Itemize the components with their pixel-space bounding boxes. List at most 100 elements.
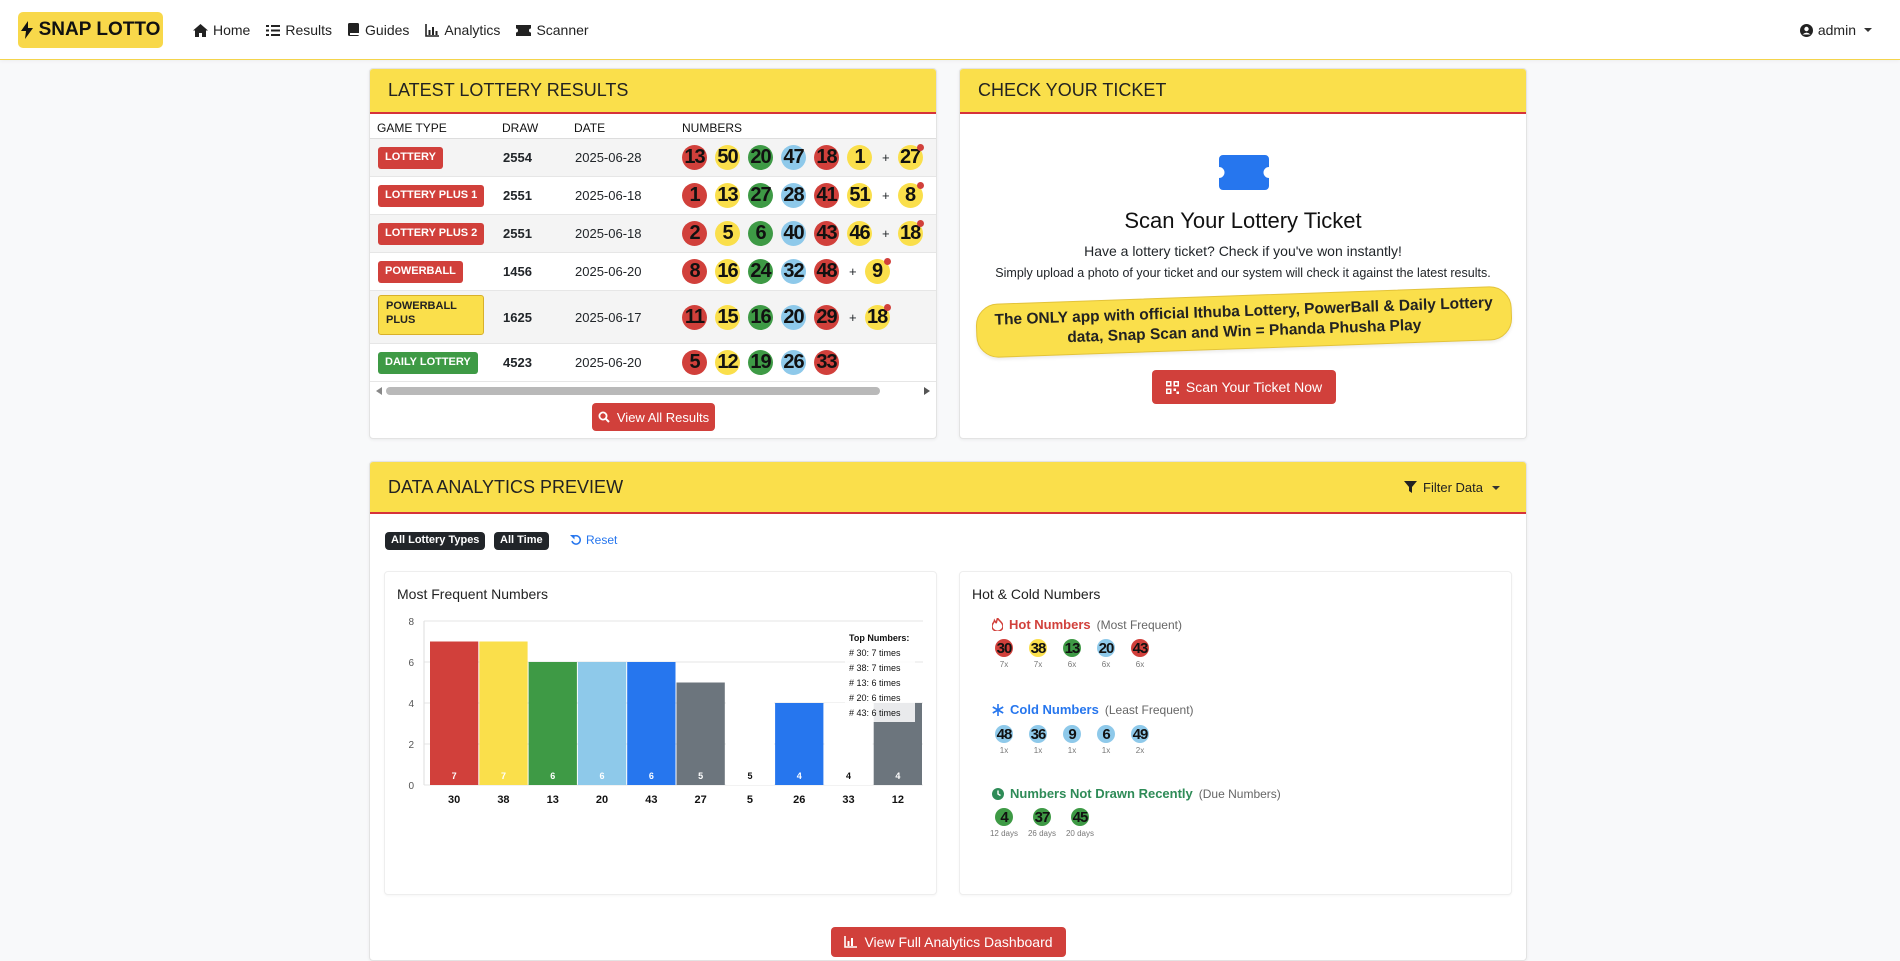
bolt-icon [20,21,33,39]
legend-item: # 13: 6 times [849,678,901,688]
view-analytics-dashboard-button[interactable]: View Full Analytics Dashboard [831,927,1066,957]
filter-chip-time[interactable]: All Time [494,532,549,550]
col-draw: DRAW [502,121,539,135]
game-type-badge: POWERBALL [378,261,463,283]
due-numbers-note: (Due Numbers) [1198,786,1281,801]
bar-value-label: 4 [895,771,900,781]
number-ball: 30 [995,639,1013,657]
number-stat-label: 20 days [1065,829,1095,838]
number-ball: 28 [781,183,806,208]
number-ball: 5 [682,350,707,375]
cold-number-item: 36 1x [1025,725,1051,755]
reset-filters-link[interactable]: Reset [570,533,617,547]
hot-cold-title: Hot & Cold Numbers [972,586,1101,602]
y-tick-label: 6 [408,658,414,669]
nav-results[interactable]: Results [266,22,332,38]
game-type-badge: LOTTERY PLUS 1 [378,185,485,207]
bonus-plus-sign: + [849,309,857,325]
draw-date: 2025-06-17 [575,309,642,325]
due-numbers-list: 4 12 days 37 26 days 45 20 days [990,808,1095,838]
y-tick-label: 2 [408,740,414,751]
brand-name: SNAP LOTTO [38,19,161,40]
check-ticket-card: CHECK YOUR TICKET Scan Your Lottery Tick… [959,68,1527,439]
number-ball: 8 [682,259,707,284]
nav-analytics[interactable]: Analytics [425,22,500,38]
draw-number: 2551 [503,188,532,203]
cold-number-item: 49 2x [1127,725,1153,755]
number-ball: 11 [682,304,707,330]
number-stat-label: 2x [1135,746,1145,755]
x-tick-label: 43 [645,794,657,806]
qrcode-icon [1165,380,1179,394]
bar-value-label: 6 [649,771,654,781]
latest-results-card: LATEST LOTTERY RESULTS GAME TYPE DRAW DA… [369,68,937,439]
number-ball: 27 [748,183,773,208]
number-stat-label: 6x [1135,660,1145,669]
number-ball: 48 [814,259,839,284]
results-table-header: GAME TYPE DRAW DATE NUMBERS [370,117,936,139]
number-ball: 50 [715,145,740,170]
draw-date: 2025-06-20 [575,264,642,279]
number-stat-label: 6x [1101,660,1111,669]
hot-number-item: 13 6x [1059,639,1085,669]
cold-number-item: 48 1x [991,725,1017,755]
clock-icon [992,787,1004,800]
y-tick-label: 4 [408,699,414,710]
number-ball: 45 [1071,808,1089,826]
filter-data-button[interactable]: Filter Data [1404,480,1500,495]
nav-scanner[interactable]: Scanner [516,22,589,38]
draw-date: 2025-06-18 [575,226,642,241]
number-ball: 36 [1029,725,1047,743]
hot-number-item: 20 6x [1093,639,1119,669]
col-date: DATE [574,121,606,135]
filter-chip-lottery-types[interactable]: All Lottery Types [385,532,486,550]
x-tick-label: 20 [596,794,608,806]
draw-number: 2554 [503,150,532,165]
nav-guides[interactable]: Guides [348,22,409,38]
fire-icon [992,618,1003,631]
chart-bar [577,662,627,785]
book-icon [348,23,360,36]
horizontal-scrollbar[interactable] [372,384,934,398]
bar-value-label: 5 [698,771,703,781]
number-ball: 51 [847,183,872,208]
number-ball: 41 [814,183,839,208]
home-icon [193,23,208,37]
bonus-ball: 18 [864,303,891,330]
cold-numbers-label: Cold Numbers [1010,702,1099,717]
view-all-results-button[interactable]: View All Results [592,403,715,431]
draw-number: 2551 [503,226,532,241]
due-numbers-label: Numbers Not Drawn Recently [1010,786,1193,801]
nav-results-label: Results [285,22,333,38]
bonus-ball: 8 [897,182,924,208]
reset-label: Reset [586,533,618,547]
number-ball: 40 [781,221,806,246]
brand-logo[interactable]: SNAP LOTTO [18,12,163,48]
nav-guides-label: Guides [365,22,410,38]
number-ball: 13 [715,183,740,208]
results-row: LOTTERY 2554 2025-06-28 13 50 20 47 18 1 +27 [370,139,936,177]
drawn-numbers: 1 13 27 28 41 51 +8 [682,182,924,208]
hot-number-item: 38 7x [1025,639,1051,669]
number-ball: 29 [814,304,839,330]
number-ball: 13 [1063,639,1081,657]
ticket-line-2: Simply upload a photo of your ticket and… [995,266,1491,280]
cold-numbers-heading: Cold Numbers (Least Frequent) [992,702,1194,717]
bonus-ball: 18 [897,220,924,246]
user-menu[interactable]: admin [1799,0,1872,60]
bonus-plus-sign: + [882,150,890,165]
number-ball: 20 [781,304,806,330]
number-ball: 49 [1131,725,1149,743]
number-stat-label: 1x [999,746,1009,755]
nav-home[interactable]: Home [193,22,250,38]
number-stat-label: 7x [999,660,1009,669]
x-tick-label: 30 [448,794,460,806]
due-number-item: 4 12 days [990,808,1018,838]
chart-bar [528,662,577,785]
number-stat-label: 6x [1067,660,1077,669]
scan-ticket-button[interactable]: Scan Your Ticket Now [1152,370,1336,404]
number-ball: 48 [995,725,1013,743]
undo-icon [570,534,581,545]
game-type-badge: LOTTERY PLUS 2 [378,223,485,245]
x-tick-label: 12 [892,794,904,806]
